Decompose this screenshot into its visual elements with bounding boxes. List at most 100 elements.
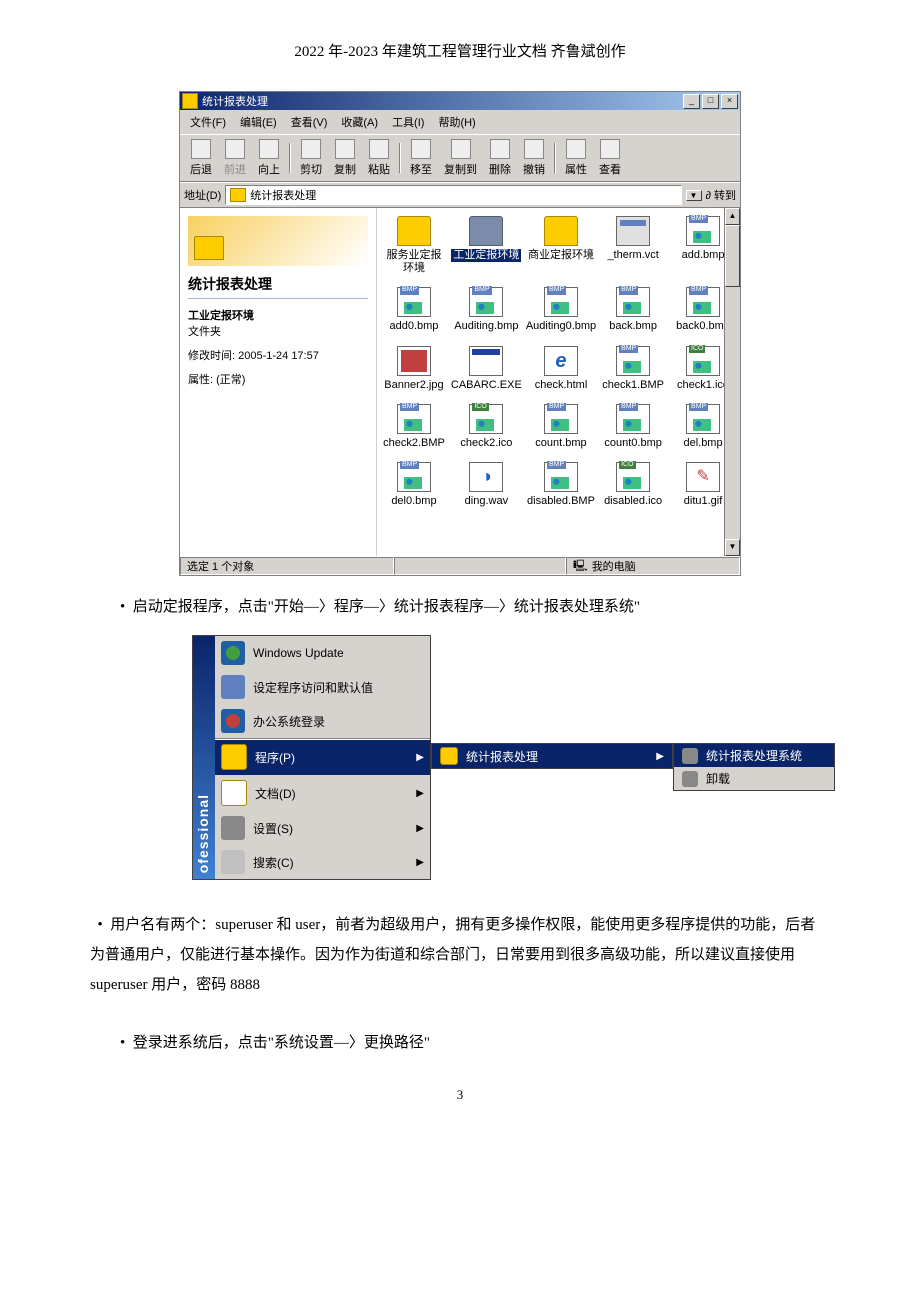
properties-button[interactable]: 属性 <box>559 137 593 179</box>
file-label: Banner2.jpg <box>384 379 443 392</box>
file-label: check2.ico <box>460 437 512 450</box>
go-button[interactable]: ∂ 转到 <box>706 187 737 203</box>
scrollbar[interactable]: ▲ ▼ <box>724 208 740 556</box>
file-item[interactable]: CABARC.EXE <box>451 346 522 392</box>
file-label: disabled.ico <box>604 495 662 508</box>
file-list[interactable]: 服务业定报环境工业定报环境商业定报环境 _therm.vct add.bmp add0… <box>377 208 740 556</box>
back-button[interactable]: 后退 <box>184 137 218 179</box>
scroll-thumb[interactable] <box>725 225 740 287</box>
file-item[interactable]: check.html <box>526 346 596 392</box>
startmenu-item[interactable]: 设定程序访问和默认值 <box>215 670 430 704</box>
maximize-button[interactable]: □ <box>702 94 719 109</box>
menu-help[interactable]: 帮助(H) <box>432 112 481 132</box>
undo-button[interactable]: 撤销 <box>517 137 551 179</box>
toolbar: 后退 前进 向上 剪切 复制 粘贴 移至 复制到 删除 撤销 属性 查看 <box>180 134 740 182</box>
file-item[interactable]: Auditing.bmp <box>451 287 522 333</box>
startmenu-item[interactable]: 设置(S)▶ <box>215 811 430 845</box>
file-item[interactable]: del0.bmp <box>381 462 447 508</box>
startmenu-item[interactable]: 办公系统登录 <box>215 704 430 738</box>
startmenu-item[interactable]: 文档(D)▶ <box>215 775 430 811</box>
menu-file[interactable]: 文件(F) <box>184 112 232 132</box>
submenu-item[interactable]: 卸载 <box>674 767 834 790</box>
file-label: Auditing.bmp <box>454 320 518 333</box>
menu-tools[interactable]: 工具(I) <box>386 112 430 132</box>
file-item[interactable]: disabled.ico <box>600 462 666 508</box>
file-item[interactable]: disabled.BMP <box>526 462 596 508</box>
bmp-icon <box>544 462 578 492</box>
file-item[interactable]: count.bmp <box>526 404 596 450</box>
file-item[interactable]: 工业定报环境 <box>451 216 522 275</box>
bmp-icon <box>616 287 650 317</box>
file-item[interactable]: Auditing0.bmp <box>526 287 596 333</box>
file-item[interactable]: back.bmp <box>600 287 666 333</box>
file-item[interactable]: 服务业定报环境 <box>381 216 447 275</box>
submenu-item[interactable]: 统计报表处理 ▶ <box>432 744 672 768</box>
startmenu-item[interactable]: Windows Update <box>215 636 430 670</box>
start-submenu-1[interactable]: 统计报表处理 ▶ <box>431 743 673 769</box>
copyto-button[interactable]: 复制到 <box>438 137 483 179</box>
menu-favorites[interactable]: 收藏(A) <box>335 112 384 132</box>
file-item[interactable]: 商业定报环境 <box>526 216 596 275</box>
address-dropdown[interactable]: ▼ <box>686 190 702 201</box>
address-field[interactable]: 统计报表处理 <box>225 185 681 205</box>
file-label: Auditing0.bmp <box>526 320 596 333</box>
vct-icon <box>616 216 650 246</box>
start-menu: ofessional Windows Update设定程序访问和默认值办公系统登… <box>192 635 892 880</box>
titlebar[interactable]: 统计报表处理 _ □ × <box>180 92 740 110</box>
startmenu-item[interactable]: 程序(P)▶ <box>215 738 430 775</box>
menu-edit[interactable]: 编辑(E) <box>234 112 283 132</box>
start-submenu-2[interactable]: 统计报表处理系统卸载 <box>673 743 835 791</box>
file-label: 商业定报环境 <box>528 249 594 262</box>
scroll-down-button[interactable]: ▼ <box>725 539 740 556</box>
file-item[interactable]: Banner2.jpg <box>381 346 447 392</box>
up-button[interactable]: 向上 <box>252 137 286 179</box>
menu-label: 程序(P) <box>255 749 295 766</box>
file-label: count0.bmp <box>604 437 661 450</box>
file-item[interactable]: _therm.vct <box>600 216 666 275</box>
status-left: 选定 1 个对象 <box>180 557 394 575</box>
file-item[interactable]: count0.bmp <box>600 404 666 450</box>
bmp-icon <box>686 287 720 317</box>
startmenu-item[interactable]: 搜索(C)▶ <box>215 845 430 879</box>
menu-icon <box>221 709 245 733</box>
pane-title: 统计报表处理 <box>188 272 368 299</box>
file-item[interactable]: check1.BMP <box>600 346 666 392</box>
file-label: _therm.vct <box>607 249 658 262</box>
submenu-item[interactable]: 统计报表处理系统 <box>674 744 834 767</box>
bmp-icon <box>469 287 503 317</box>
folder-icon <box>544 216 578 246</box>
menu-icon <box>682 771 698 787</box>
file-label: ditu1.gif <box>684 495 723 508</box>
views-button[interactable]: 查看 <box>593 137 627 179</box>
copy-button[interactable]: 复制 <box>328 137 362 179</box>
window-title: 统计报表处理 <box>202 93 268 109</box>
start-menu-main[interactable]: ofessional Windows Update设定程序访问和默认值办公系统登… <box>192 635 431 880</box>
file-item[interactable]: check2.ico <box>451 404 522 450</box>
bullet-1: • 启动定报程序，点击"开始—〉程序—〉统计报表程序—〉统计报表处理系统" <box>120 594 830 621</box>
file-label: add.bmp <box>682 249 725 262</box>
page-header: 2022 年-2023 年建筑工程管理行业文档 齐鲁斌创作 <box>90 40 830 61</box>
menu-view[interactable]: 查看(V) <box>285 112 334 132</box>
scroll-up-button[interactable]: ▲ <box>725 208 740 225</box>
folder-icon <box>182 93 198 109</box>
file-item[interactable]: ding.wav <box>451 462 522 508</box>
info-pane: 统计报表处理 工业定报环境 文件夹 修改时间: 2005-1-24 17:57 … <box>180 208 377 556</box>
close-button[interactable]: × <box>721 94 738 109</box>
menu-icon <box>221 641 245 665</box>
file-item[interactable]: check2.BMP <box>381 404 447 450</box>
minimize-button[interactable]: _ <box>683 94 700 109</box>
file-label: back.bmp <box>609 320 657 333</box>
menu-label: 搜索(C) <box>253 854 294 871</box>
moveto-button[interactable]: 移至 <box>404 137 438 179</box>
bmp-icon <box>616 346 650 376</box>
paste-button[interactable]: 粘贴 <box>362 137 396 179</box>
forward-button[interactable]: 前进 <box>218 137 252 179</box>
status-right: 🖳 我的电脑 <box>566 557 740 575</box>
menu-icon <box>221 744 247 770</box>
file-item[interactable]: add0.bmp <box>381 287 447 333</box>
menu-icon <box>221 816 245 840</box>
cut-button[interactable]: 剪切 <box>294 137 328 179</box>
delete-button[interactable]: 删除 <box>483 137 517 179</box>
file-label: 工业定报环境 <box>451 249 521 262</box>
file-label: ding.wav <box>465 495 508 508</box>
